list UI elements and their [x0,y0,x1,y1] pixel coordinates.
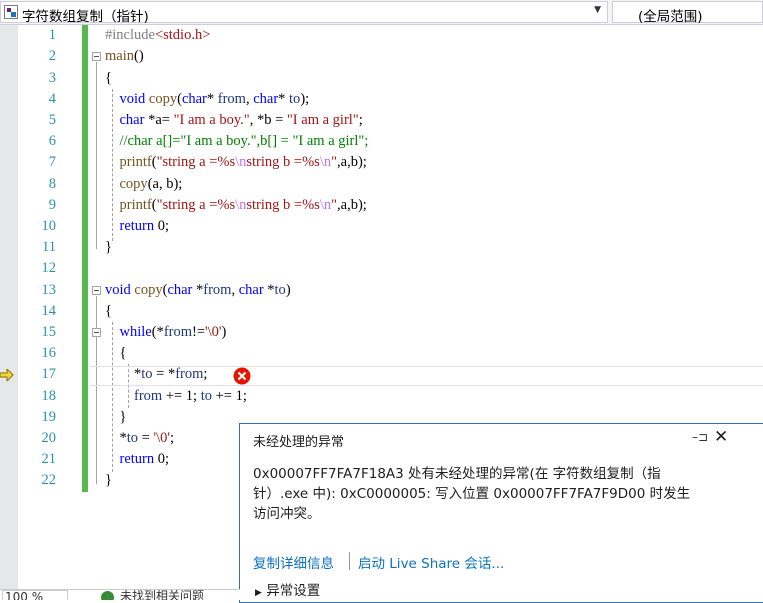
exception-settings-expander[interactable]: ▶ 异常设置 [255,579,320,599]
close-icon[interactable]: ✕ [714,427,728,447]
scope-name: (全局范围) [638,9,703,25]
line-number: 20 [41,430,57,446]
code-line: } [105,409,127,425]
exception-title: 未经处理的异常 [253,435,345,450]
pin-icon[interactable]: –⊐ [692,430,708,444]
line-number: 8 [48,176,56,192]
error-circle-icon[interactable] [233,367,251,385]
line-number: 17 [41,366,57,382]
code-line: void copy(char *from, char *to) [105,282,291,298]
copy-details-link[interactable]: 复制详细信息 [253,552,334,572]
scope-dropdown[interactable]: (全局范围) [612,1,763,25]
line-number: 7 [48,154,56,170]
line-number: 14 [41,303,57,319]
exception-helper-popup: 未经处理的异常 –⊐ ✕ 0x00007FF7FA7F18A3 处有未经处理的异… [239,423,763,603]
code-line: } [105,239,112,255]
code-line: //char a[]="I am a boy.",b[] = "I am a g… [105,133,369,149]
line-number: 1 [48,27,56,43]
link-separator [349,552,350,570]
project-dropdown[interactable]: 字符数组复制（指针) ▼ [0,1,608,25]
line-number: 10 [41,218,57,234]
code-line: return 0; [119,218,170,234]
editor-navigation-bar: 字符数组复制（指针) ▼ (全局范围) [0,0,763,25]
message-line: 针）.exe 中): 0xC0000005: 写入位置 0x00007FF7FA… [253,486,691,502]
caret-right-icon: ▶ [255,588,262,598]
line-number: 15 [41,324,57,340]
line-number: 2 [48,48,56,64]
line-number: 12 [41,260,57,276]
line-number: 3 [48,70,56,86]
line-number: 9 [48,197,56,213]
collapse-copy-icon[interactable] [92,286,101,295]
code-line: } [105,472,112,488]
code-line: { [105,303,112,319]
change-tracking-bar [82,25,88,492]
exception-message: 0x00007FF7FA7F18A3 处有未经处理的异常(在 字符数组复制（指 … [253,464,733,524]
line-number: 19 [41,409,57,425]
code-line: return 0; [119,451,170,467]
line-number: 21 [41,451,57,467]
code-line: *to = '\0'; [105,430,175,446]
line-number: 16 [41,345,57,361]
line-number: 6 [48,133,56,149]
code-line: copy(a, b); [119,176,183,192]
code-line: printf("string a =%s\nstring b =%s\n",a,… [119,154,367,170]
exception-settings-label: 异常设置 [266,583,321,599]
code-line: printf("string a =%s\nstring b =%s\n",a,… [119,197,367,213]
code-line: while(*from!='\0') [119,324,227,340]
code-line: { [105,70,112,86]
current-statement-arrow-icon [0,369,14,381]
line-number: 5 [48,112,56,128]
collapse-main-icon[interactable] [92,52,101,61]
code-line: *to = *from; [105,366,208,382]
live-share-link[interactable]: 启动 Live Share 会话... [358,552,504,572]
line-number: 4 [48,91,56,107]
line-number: 22 [41,472,57,488]
message-line: 访问冲突。 [253,506,321,522]
code-line: void copy(char* from, char* to); [119,91,310,107]
line-number: 13 [41,282,57,298]
outline-line [96,62,97,249]
editor-status-bar: 100 % 未找到相关问题 [0,589,240,600]
code-line: from += 1; to += 1; [134,388,247,404]
line-number: 11 [42,239,56,255]
cpp-project-icon [4,5,18,19]
chevron-down-icon[interactable]: ▼ [594,5,601,15]
collapse-while-icon[interactable] [92,328,101,337]
breakpoint-margin[interactable] [0,25,18,599]
line-number: 18 [41,388,57,404]
message-line: 0x00007FF7FA7F18A3 处有未经处理的异常(在 字符数组复制（指 [253,466,661,482]
outline-line [96,296,97,484]
code-line: #include<stdio.h> [105,27,211,43]
code-line: main() [105,48,144,64]
code-line: { [105,345,127,361]
project-name: 字符数组复制（指针) [22,9,149,25]
code-line: char *a= "I am a boy.", *b = "I am a gir… [119,112,363,128]
